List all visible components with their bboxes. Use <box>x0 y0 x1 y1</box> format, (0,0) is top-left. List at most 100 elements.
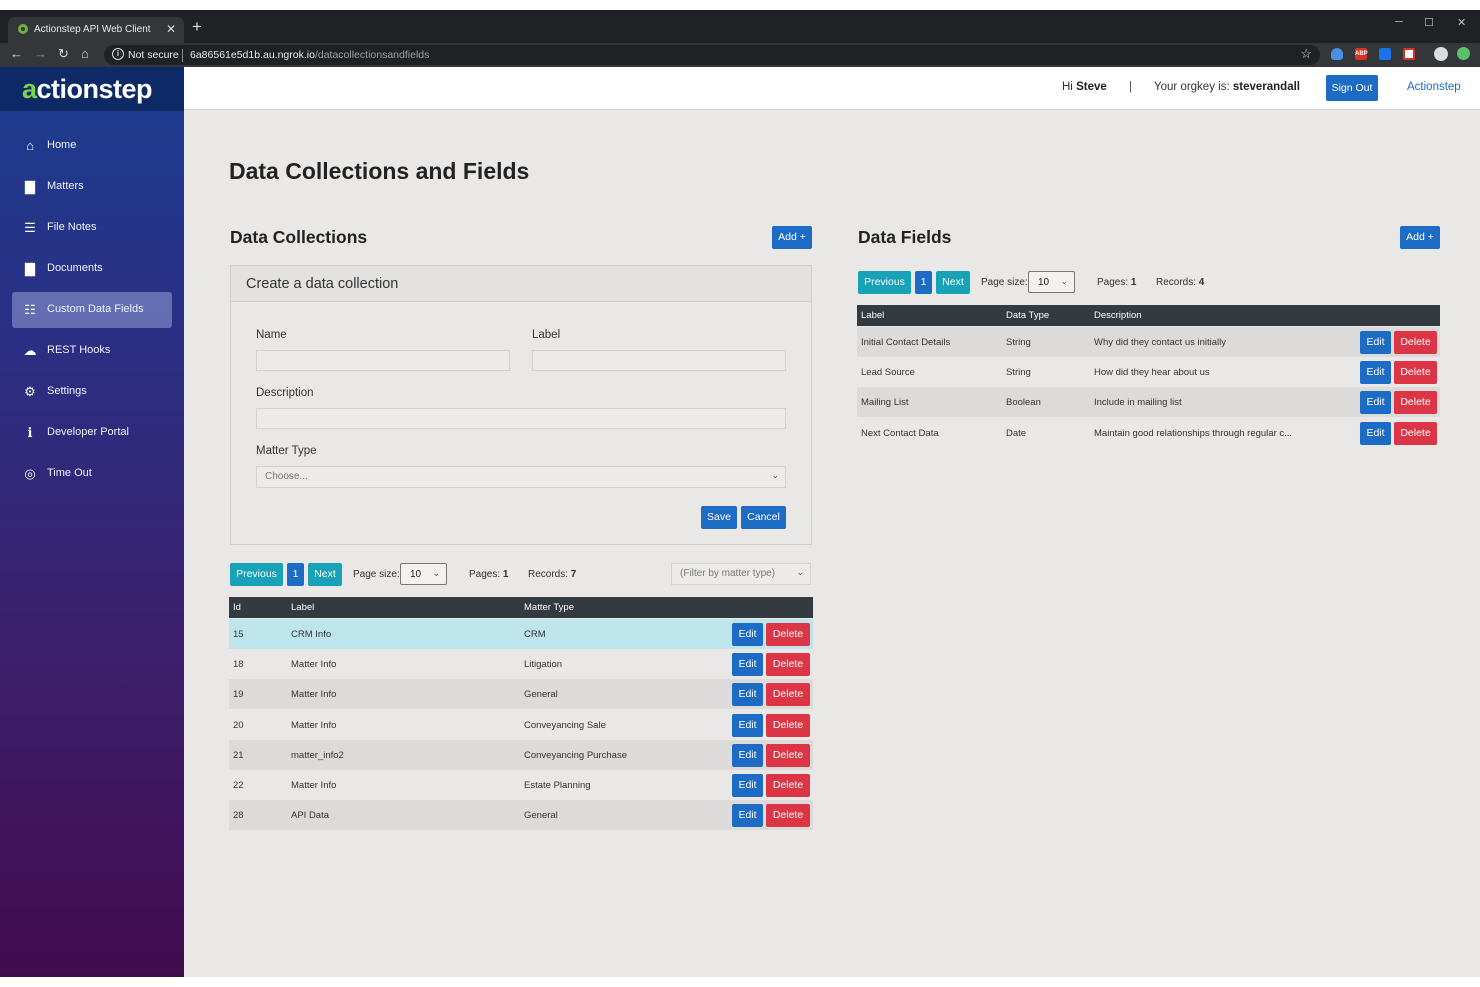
delete-button[interactable]: Delete <box>1394 361 1437 385</box>
matter-type-select[interactable]: Choose... ⌄ <box>256 466 786 488</box>
edit-button[interactable]: Edit <box>1360 421 1391 445</box>
sidebar-item-time-out[interactable]: ◎ Time Out <box>12 456 172 492</box>
browser-tab[interactable]: Actionstep API Web Client ✕ <box>8 17 184 43</box>
table-row[interactable]: 20 Matter Info Conveyancing Sale Edit Delete <box>229 710 813 740</box>
delete-button[interactable]: Delete <box>766 804 810 828</box>
table-row[interactable]: 21 matter_info2 Conveyancing Purchase Edit D… <box>229 739 813 770</box>
close-tab-icon[interactable]: ✕ <box>166 22 176 36</box>
forward-icon[interactable]: → <box>34 46 47 61</box>
fields-previous-button[interactable]: Previous <box>858 271 911 294</box>
delete-button[interactable]: Delete <box>766 623 810 646</box>
filter-value: (Filter by matter type) <box>680 568 776 579</box>
minimize-button[interactable]: ─ <box>1395 16 1403 28</box>
edit-button[interactable]: Edit <box>1360 391 1391 415</box>
edit-button[interactable]: Edit <box>732 683 763 707</box>
fields-next-button[interactable]: Next <box>936 271 970 294</box>
description-input[interactable] <box>256 408 786 429</box>
delete-button[interactable]: Delete <box>1394 331 1437 354</box>
edit-button[interactable]: Edit <box>732 743 763 767</box>
sidebar-item-home[interactable]: ⌂ Home <box>12 128 172 164</box>
sidebar-item-developer-portal[interactable]: ℹ Developer Portal <box>12 415 172 451</box>
table-row[interactable]: 22 Matter Info Estate Planning Edit Delete <box>229 770 813 800</box>
sidebar-item-rest-hooks[interactable]: ☁ REST Hooks <box>12 333 172 369</box>
cell-matter-type: General <box>524 810 558 822</box>
delete-button[interactable]: Delete <box>1394 391 1437 415</box>
new-tab-button[interactable]: + <box>192 18 202 35</box>
cell-description: How did they hear about us <box>1094 367 1210 379</box>
sidebar-item-matters[interactable]: ▇ Matters <box>12 169 172 205</box>
actionstep-logo[interactable]: actionstep <box>22 74 153 105</box>
delete-button[interactable]: Delete <box>766 774 810 797</box>
sidebar-item-custom-data-fields[interactable]: ☷ Custom Data Fields <box>12 292 172 328</box>
edit-button[interactable]: Edit <box>1360 361 1391 385</box>
info-icon[interactable]: i <box>112 48 124 60</box>
collections-next-button[interactable]: Next <box>308 563 342 586</box>
sidebar-item-settings[interactable]: ⚙ Settings <box>12 374 172 410</box>
table-row[interactable]: Next Contact Data Date Maintain good relat… <box>857 418 1440 448</box>
shield-extension-icon[interactable] <box>1331 48 1343 60</box>
cell-description: Include in mailing list <box>1094 397 1182 409</box>
table-row[interactable]: 19 Matter Info General Edit Delete <box>229 679 813 710</box>
edit-button[interactable]: Edit <box>732 623 763 646</box>
adblock-extension-icon[interactable]: ABP <box>1355 48 1368 60</box>
collections-page-size-select[interactable]: 10 ⌄ <box>400 563 447 585</box>
maximize-button[interactable]: ☐ <box>1424 16 1434 29</box>
save-button[interactable]: Save <box>701 506 737 529</box>
chevron-down-icon: ⌄ <box>1060 276 1068 286</box>
table-row[interactable]: 28 API Data General Edit Delete <box>229 800 813 831</box>
table-row[interactable]: Mailing List Boolean Include in mailing li… <box>857 387 1440 418</box>
delete-button[interactable]: Delete <box>1394 421 1437 445</box>
sync-extension-icon[interactable] <box>1457 47 1470 60</box>
back-icon[interactable]: ← <box>10 46 23 61</box>
add-field-button[interactable]: Add + <box>1400 226 1440 249</box>
list-icon: ☰ <box>24 220 36 235</box>
add-collection-button[interactable]: Add + <box>772 226 812 249</box>
sidebar-item-file-notes[interactable]: ☰ File Notes <box>12 210 172 246</box>
table-row[interactable]: Lead Source String How did they hear about… <box>857 357 1440 387</box>
cell-data-type: String <box>1006 367 1031 379</box>
url-text: 6a86561e5d1b.au.ngrok.io/datacollections… <box>190 49 429 61</box>
name-label: Name <box>256 329 287 341</box>
edit-button[interactable]: Edit <box>732 774 763 797</box>
delete-button[interactable]: Delete <box>766 743 810 767</box>
table-row[interactable]: Initial Contact Details String Why did the… <box>857 327 1440 357</box>
extension-icon-2[interactable] <box>1403 48 1415 60</box>
collections-page-button[interactable]: 1 <box>287 563 304 586</box>
edit-button[interactable]: Edit <box>732 653 763 677</box>
cancel-button[interactable]: Cancel <box>741 506 786 529</box>
info-icon: ℹ <box>27 425 33 440</box>
orgkey-value: steverandall <box>1232 81 1300 93</box>
label-input[interactable] <box>532 350 786 371</box>
edit-button[interactable]: Edit <box>732 713 763 737</box>
delete-button[interactable]: Delete <box>766 713 810 737</box>
reload-icon[interactable]: ↻ <box>58 46 69 62</box>
table-row[interactable]: 15 CRM Info CRM Edit Delete <box>229 619 813 649</box>
extension-icon[interactable] <box>1379 48 1391 60</box>
close-window-button[interactable]: ✕ <box>1457 16 1466 29</box>
cell-matter-type: Conveyancing Sale <box>524 719 606 731</box>
fields-page-button[interactable]: 1 <box>915 271 932 294</box>
name-input[interactable] <box>256 350 510 371</box>
actionstep-link[interactable]: Actionstep <box>1407 81 1461 93</box>
cell-id: 18 <box>233 659 244 671</box>
sidebar-item-label: Custom Data Fields <box>47 303 144 315</box>
bookmark-star-icon[interactable]: ☆ <box>1300 46 1312 62</box>
cell-label: Matter Info <box>291 659 337 671</box>
fields-heading: Data Fields <box>858 227 952 247</box>
delete-button[interactable]: Delete <box>766 653 810 677</box>
home-browser-icon[interactable]: ⌂ <box>81 46 89 61</box>
edit-button[interactable]: Edit <box>1360 331 1391 354</box>
matter-type-filter-select[interactable]: (Filter by matter type) ⌄ <box>671 563 811 585</box>
sidebar-item-label: Settings <box>47 385 87 397</box>
address-bar[interactable]: i Not secure 6a86561e5d1b.au.ngrok.io/da… <box>104 45 1320 65</box>
fields-page-size-select[interactable]: 10 ⌄ <box>1028 271 1075 293</box>
documents-icon: ▇ <box>25 261 35 276</box>
edit-button[interactable]: Edit <box>732 804 763 828</box>
profile-avatar-icon[interactable] <box>1434 47 1448 61</box>
collections-previous-button[interactable]: Previous <box>230 563 283 586</box>
delete-button[interactable]: Delete <box>766 683 810 707</box>
cell-id: 28 <box>233 810 244 822</box>
sign-out-button[interactable]: Sign Out <box>1326 75 1378 101</box>
table-row[interactable]: 18 Matter Info Litigation Edit Delete <box>229 649 813 679</box>
sidebar-item-documents[interactable]: ▇ Documents <box>12 251 172 287</box>
